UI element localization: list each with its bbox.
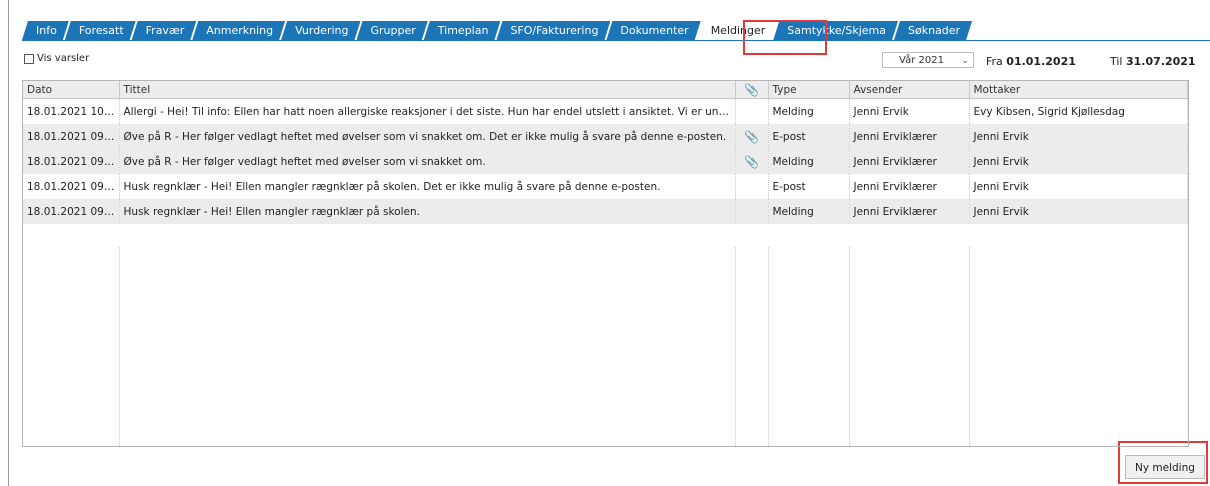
cell-dato: 18.01.2021 09:... [23,124,120,149]
vis-varsler-checkbox[interactable] [24,53,34,64]
cell-tittel: Husk regnklær - Hei! Ellen mangler rægnk… [119,199,736,224]
cell-tittel: Øve på R - Her følger vedlagt heftet med… [119,149,736,174]
tab-info[interactable]: Info [22,21,69,40]
column-divider [849,247,850,446]
cell-dato: 18.01.2021 09:... [23,174,120,199]
chevron-down-icon: ⌄ [961,56,969,66]
cell-avsender: Jenni Ervik [849,98,970,124]
cell-type: Melding [768,149,850,174]
cell-type: E-post [768,124,850,149]
table-row[interactable]: 18.01.2021 10:... Allergi - Hei! Til inf… [23,98,1188,124]
column-header-tittel[interactable]: Tittel [119,81,736,99]
cell-type: Melding [768,98,850,124]
cell-mottaker: Jenni Ervik [969,149,1188,174]
cell-dato: 18.01.2021 09:... [23,149,120,174]
term-select-value: Vår 2021 [899,55,944,66]
cell-mottaker: Jenni Ervik [969,124,1188,149]
cell-dato: 18.01.2021 10:... [23,98,120,124]
column-header-avsender[interactable]: Avsender [849,81,970,99]
tab-dokumenter[interactable]: Dokumenter [606,21,700,40]
tab-underline [22,40,1210,41]
fra-date: 01.01.2021 [1006,55,1076,68]
cell-attachment [735,98,769,124]
vis-varsler-toggle[interactable]: Vis varsler [24,53,89,64]
tab-soknader[interactable]: Søknader [894,21,972,40]
paperclip-icon: 📎 [744,82,759,97]
cell-avsender: Jenni Erviklærer [849,149,970,174]
paperclip-icon: 📎 [744,129,759,144]
cell-tittel: Allergi - Hei! Til info: Ellen har hatt … [119,98,736,124]
cell-attachment: 📎 [735,124,769,149]
table-header-row: Dato Tittel 📎 Type Avsender Mottaker [23,81,1188,99]
tab-sfo-fakturering[interactable]: SFO/Fakturering [496,21,610,40]
tab-vurdering[interactable]: Vurdering [281,21,360,40]
vis-varsler-label: Vis varsler [37,53,90,64]
cell-attachment [735,199,769,224]
cell-attachment: 📎 [735,149,769,174]
highlight-meldinger-tab [743,20,827,55]
paperclip-icon: 📎 [744,154,759,169]
column-header-dato[interactable]: Dato [23,81,120,99]
cell-tittel: Øve på R - Her følger vedlagt heftet med… [119,124,736,149]
column-header-attachment[interactable]: 📎 [735,81,769,99]
tab-foresatt[interactable]: Foresatt [65,21,136,40]
cell-attachment [735,174,769,199]
column-divider [119,247,120,446]
cell-avsender: Jenni Erviklærer [849,174,970,199]
cell-avsender: Jenni Erviklærer [849,199,970,224]
date-from: Fra 01.01.2021 [986,55,1076,68]
cell-dato: 18.01.2021 09:... [23,199,120,224]
cell-avsender: Jenni Erviklærer [849,124,970,149]
cell-type: Melding [768,199,850,224]
tab-anmerkning[interactable]: Anmerkning [192,21,285,40]
term-select[interactable]: Vår 2021 ⌄ [882,52,974,68]
cell-mottaker: Jenni Ervik [969,174,1188,199]
tab-fravaer[interactable]: Fravær [132,21,197,40]
column-header-mottaker[interactable]: Mottaker [969,81,1188,99]
cell-type: E-post [768,174,850,199]
tab-grupper[interactable]: Grupper [357,21,428,40]
column-header-type[interactable]: Type [768,81,850,99]
cell-mottaker: Jenni Ervik [969,199,1188,224]
table-row[interactable]: 18.01.2021 09:... Husk regnklær - Hei! E… [23,174,1188,199]
column-divider [969,247,970,446]
cell-tittel: Husk regnklær - Hei! Ellen mangler rægnk… [119,174,736,199]
table-row[interactable]: 18.01.2021 09:... Øve på R - Her følger … [23,149,1188,174]
til-label: Til [1110,55,1123,68]
til-date: 31.07.2021 [1126,55,1196,68]
table-row[interactable]: 18.01.2021 09:... Øve på R - Her følger … [23,124,1188,149]
column-divider [768,247,769,446]
date-to: Til 31.07.2021 [1110,55,1196,68]
new-message-button[interactable]: Ny melding [1125,455,1205,479]
table-row[interactable]: 18.01.2021 09:... Husk regnklær - Hei! E… [23,199,1188,224]
messages-table: Dato Tittel 📎 Type Avsender Mottaker 18.… [22,80,1189,447]
fra-label: Fra [986,55,1003,68]
column-divider [735,247,736,446]
cell-mottaker: Evy Kibsen, Sigrid Kjøllesdag [969,98,1188,124]
tab-timeplan[interactable]: Timeplan [424,21,501,40]
